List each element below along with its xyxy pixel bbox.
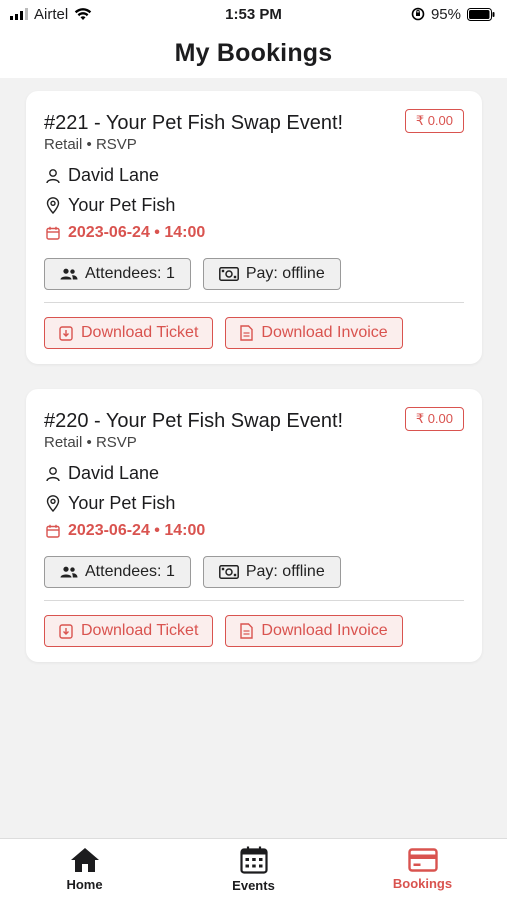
- card-header: #221 - Your Pet Fish Swap Event! ₹ 0.00: [44, 109, 464, 135]
- booking-card[interactable]: #221 - Your Pet Fish Swap Event! ₹ 0.00 …: [26, 91, 482, 364]
- page-title: My Bookings: [174, 38, 333, 67]
- bottom-tab-bar: Home Events Bookings: [0, 838, 507, 900]
- date-row: 2023-06-24 • 14:00: [44, 224, 464, 242]
- booking-card[interactable]: #220 - Your Pet Fish Swap Event! ₹ 0.00 …: [26, 389, 482, 662]
- venue-name: Your Pet Fish: [68, 195, 176, 215]
- venue-name: Your Pet Fish: [68, 493, 176, 513]
- status-right: 95%: [411, 6, 495, 23]
- tab-home[interactable]: Home: [0, 839, 169, 900]
- dot-separator: •: [86, 136, 96, 153]
- person-icon: [44, 465, 62, 483]
- document-icon: [240, 623, 254, 639]
- booking-date: 2023-06-24 • 14:00: [68, 224, 206, 241]
- calendar-icon: [239, 846, 268, 874]
- tab-bookings-label: Bookings: [392, 876, 453, 891]
- download-invoice-button[interactable]: Download Invoice: [225, 615, 403, 647]
- payment-label: Pay: offline: [245, 265, 325, 282]
- orientation-lock-icon: [411, 7, 425, 21]
- battery-icon: [467, 7, 495, 21]
- download-ticket-label: Download Ticket: [81, 324, 199, 341]
- venue-row: Your Pet Fish: [44, 195, 464, 216]
- price-badge: ₹ 0.00: [404, 407, 464, 431]
- document-icon: [240, 325, 254, 341]
- booking-title: #221 - Your Pet Fish Swap Event!: [44, 112, 344, 134]
- tab-home-label: Home: [66, 877, 103, 892]
- tab-events[interactable]: Events: [169, 839, 338, 900]
- tab-events-label: Events: [232, 878, 275, 893]
- booking-title: #220 - Your Pet Fish Swap Event!: [44, 410, 344, 432]
- cash-icon: [218, 267, 239, 281]
- status-left: Airtel: [10, 6, 92, 23]
- card-actions: Download Ticket Download Invoice: [44, 615, 464, 662]
- card-divider: [44, 600, 464, 601]
- attendees-label: Attendees: 1: [85, 265, 175, 282]
- download-ticket-label: Download Ticket: [81, 622, 199, 639]
- card-icon: [407, 848, 438, 872]
- attendees-chip[interactable]: Attendees: 1: [44, 556, 191, 588]
- payment-chip[interactable]: Pay: offline: [202, 556, 341, 588]
- download-icon: [59, 325, 73, 341]
- card-header: #220 - Your Pet Fish Swap Event! ₹ 0.00: [44, 407, 464, 433]
- payment-label: Pay: offline: [245, 563, 325, 580]
- dot-separator: •: [86, 434, 96, 451]
- booking-category: Retail: [44, 434, 83, 451]
- tab-bookings[interactable]: Bookings: [338, 839, 507, 900]
- carrier-label: Airtel: [34, 5, 69, 23]
- calendar-icon: [44, 522, 62, 540]
- booking-type: RSVP: [95, 434, 137, 451]
- venue-row: Your Pet Fish: [44, 493, 464, 514]
- date-row: 2023-06-24 • 14:00: [44, 522, 464, 540]
- home-icon: [70, 848, 99, 872]
- attendees-chip[interactable]: Attendees: 1: [44, 258, 191, 290]
- payment-chip[interactable]: Pay: offline: [202, 258, 341, 290]
- person-icon: [44, 167, 62, 185]
- card-actions: Download Ticket Download Invoice: [44, 317, 464, 364]
- price-badge: ₹ 0.00: [404, 109, 464, 133]
- wifi-icon: [74, 7, 92, 20]
- group-icon: [60, 566, 78, 578]
- booking-date: 2023-06-24 • 14:00: [68, 522, 206, 539]
- status-bar: Airtel 1:53 PM 95%: [0, 0, 507, 28]
- host-name: David Lane: [68, 463, 160, 483]
- host-row: David Lane: [44, 463, 464, 484]
- attendees-label: Attendees: 1: [85, 563, 175, 580]
- download-icon: [59, 623, 73, 639]
- download-invoice-label: Download Invoice: [261, 324, 388, 341]
- calendar-icon: [44, 224, 62, 242]
- chips-row: Attendees: 1 Pay: offline: [44, 556, 464, 588]
- download-ticket-button[interactable]: Download Ticket: [44, 317, 214, 349]
- header: My Bookings: [0, 28, 507, 78]
- download-ticket-button[interactable]: Download Ticket: [44, 615, 214, 647]
- booking-subtitle: Retail • RSVP: [44, 136, 464, 153]
- cash-icon: [218, 565, 239, 579]
- location-pin-icon: [44, 197, 62, 215]
- download-invoice-button[interactable]: Download Invoice: [225, 317, 403, 349]
- signal-icon: [10, 8, 28, 20]
- group-icon: [60, 268, 78, 280]
- chips-row: Attendees: 1 Pay: offline: [44, 258, 464, 290]
- download-invoice-label: Download Invoice: [261, 622, 388, 639]
- booking-subtitle: Retail • RSVP: [44, 434, 464, 451]
- card-divider: [44, 302, 464, 303]
- location-pin-icon: [44, 495, 62, 513]
- booking-type: RSVP: [95, 136, 137, 153]
- host-row: David Lane: [44, 165, 464, 186]
- battery-percent: 95%: [430, 5, 461, 23]
- booking-category: Retail: [44, 136, 83, 153]
- host-name: David Lane: [68, 165, 160, 185]
